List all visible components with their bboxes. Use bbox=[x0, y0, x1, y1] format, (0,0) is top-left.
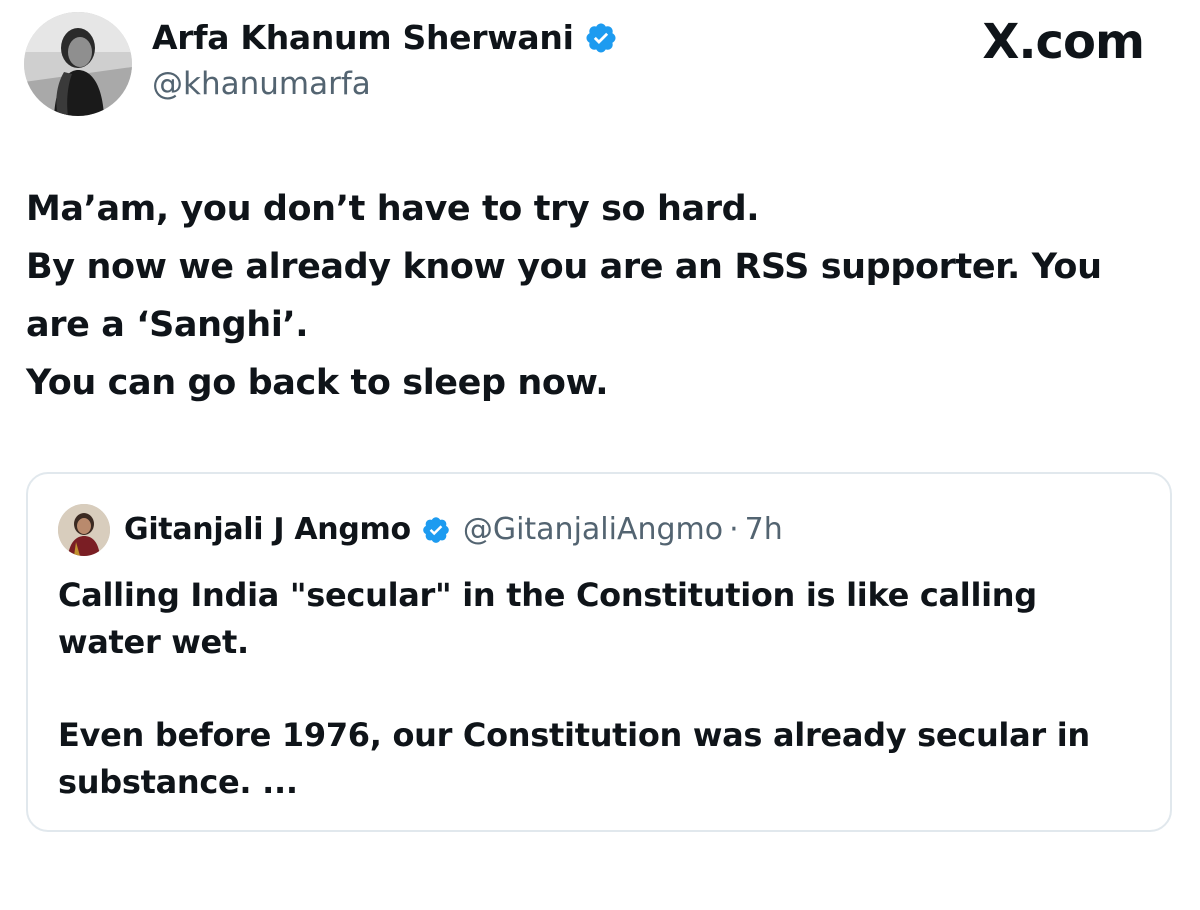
profile-photo-icon bbox=[24, 12, 132, 116]
quoted-tweet-time[interactable]: 7h bbox=[745, 512, 783, 547]
author-name-text: Arfa Khanum Sherwani bbox=[152, 18, 574, 57]
quoted-tweet-text: Calling India "secular" in the Constitut… bbox=[58, 572, 1138, 806]
quoted-line: water wet. bbox=[58, 623, 249, 661]
tweet-line: are a ‘Sanghi’. bbox=[26, 305, 309, 345]
author-display-name[interactable]: Arfa Khanum Sherwani bbox=[152, 18, 618, 57]
verified-badge-icon bbox=[423, 516, 449, 543]
quoted-author-handle[interactable]: @GitanjaliAngmo bbox=[463, 512, 723, 547]
quoted-line: Even before 1976, our Constitution was a… bbox=[58, 716, 1090, 754]
author-handle[interactable]: @khanumarfa bbox=[152, 66, 371, 102]
tweet-line: By now we already know you are an RSS su… bbox=[26, 247, 1102, 287]
tweet-line: Ma’am, you don’t have to try so hard. bbox=[26, 189, 760, 229]
quoted-author-name[interactable]: Gitanjali J Angmo bbox=[124, 512, 411, 547]
quoted-author-avatar[interactable] bbox=[58, 504, 110, 556]
tweet-text: Ma’am, you don’t have to try so hard. By… bbox=[26, 180, 1156, 412]
tweet-line: You can go back to sleep now. bbox=[26, 363, 609, 403]
quoted-tweet-header: Gitanjali J Angmo @GitanjaliAngmo · 7h bbox=[124, 512, 783, 547]
separator-dot: · bbox=[729, 512, 739, 547]
brand-label: X.com bbox=[982, 14, 1145, 70]
verified-badge-icon bbox=[586, 22, 616, 53]
author-avatar[interactable] bbox=[24, 12, 132, 116]
profile-photo-icon bbox=[58, 504, 110, 556]
quoted-line: Calling India "secular" in the Constitut… bbox=[58, 576, 1037, 614]
quoted-tweet-card[interactable]: Gitanjali J Angmo @GitanjaliAngmo · 7h C… bbox=[26, 472, 1172, 832]
quoted-line: substance. ... bbox=[58, 763, 298, 801]
